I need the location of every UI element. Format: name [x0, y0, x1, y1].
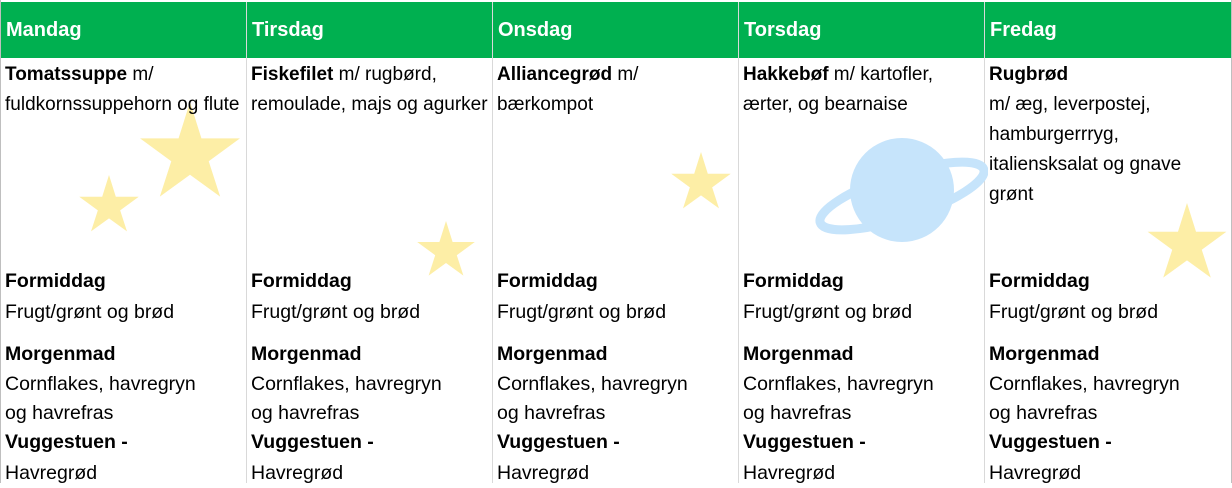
formiddag-text: Frugt/grønt og brød [251, 301, 421, 323]
morgenmad-text: og havrefras [5, 402, 114, 424]
lunch-title: Tomatssuppe [5, 64, 128, 85]
day-header-tirsdag: Tirsdag [252, 19, 324, 41]
lunch-title: Rugbrød [989, 64, 1069, 85]
vuggestuen-text: Havregrød [743, 462, 836, 484]
lunch-text: Rugbrød m/ æg, leverpostej, hamburgerrry… [989, 60, 1227, 210]
formiddag-heading: Formiddag [497, 270, 598, 292]
morgenmad-text: og havrefras [743, 402, 852, 424]
day-header-mandag: Mandag [6, 19, 82, 41]
vuggestuen-heading: Vuggestuen - [251, 431, 374, 453]
morgenmad-text: Cornflakes, havregryn [743, 373, 934, 395]
formiddag-heading: Formiddag [251, 270, 352, 292]
vuggestuen-heading: Vuggestuen - [743, 431, 866, 453]
morgenmad-text: Cornflakes, havregryn [251, 373, 442, 395]
vuggestuen-heading: Vuggestuen - [5, 431, 128, 453]
formiddag-heading: Formiddag [989, 270, 1090, 292]
morgenmad-text: Cornflakes, havregryn [989, 373, 1180, 395]
formiddag-text: Frugt/grønt og brød [5, 301, 175, 323]
lunch-title: Hakkebøf [743, 64, 829, 85]
morgenmad-heading: Morgenmad [743, 343, 854, 365]
vuggestuen-heading: Vuggestuen - [989, 431, 1112, 453]
morgenmad-heading: Morgenmad [989, 343, 1100, 365]
lunch-title: Alliancegrød [497, 64, 613, 85]
lunch-text: Fiskefilet m/ rugbørd, remoulade, majs o… [251, 60, 488, 120]
morgenmad-heading: Morgenmad [497, 343, 608, 365]
day-column-onsdag: Alliancegrød m/ bærkompot Formiddag Frug… [492, 58, 738, 484]
day-column-fredag: Rugbrød m/ æg, leverpostej, hamburgerrry… [984, 58, 1231, 484]
vuggestuen-text: Havregrød [5, 462, 98, 484]
morgenmad-heading: Morgenmad [251, 343, 362, 365]
day-column-tirsdag: Fiskefilet m/ rugbørd, remoulade, majs o… [246, 58, 492, 484]
vuggestuen-text: Havregrød [989, 462, 1082, 484]
formiddag-text: Frugt/grønt og brød [497, 301, 667, 323]
vuggestuen-heading: Vuggestuen - [497, 431, 620, 453]
day-header-onsdag: Onsdag [498, 19, 573, 41]
day-column-torsdag: Hakkebøf m/ kartofler, ærter, og bearnai… [738, 58, 984, 484]
lunch-description: m/ æg, leverpostej, hamburgerrryg, itali… [989, 94, 1182, 205]
lunch-text: Hakkebøf m/ kartofler, ærter, og bearnai… [743, 60, 980, 120]
formiddag-heading: Formiddag [5, 270, 106, 292]
day-column-mandag: Tomatssuppe m/ fuldkornssuppehorn og flu… [0, 58, 246, 484]
morgenmad-text: og havrefras [989, 402, 1098, 424]
morgenmad-text: Cornflakes, havregryn [497, 373, 688, 395]
morgenmad-text: og havrefras [497, 402, 606, 424]
morgenmad-text: Cornflakes, havregryn [5, 373, 196, 395]
day-header-torsdag: Torsdag [744, 19, 822, 41]
lunch-text: Tomatssuppe m/ fuldkornssuppehorn og flu… [5, 60, 242, 120]
formiddag-text: Frugt/grønt og brød [743, 301, 913, 323]
vuggestuen-text: Havregrød [497, 462, 590, 484]
lunch-title: Fiskefilet [251, 64, 334, 85]
lunch-text: Alliancegrød m/ bærkompot [497, 60, 734, 120]
morgenmad-text: og havrefras [251, 402, 360, 424]
formiddag-text: Frugt/grønt og brød [989, 301, 1159, 323]
header-row: Mandag Tirsdag Onsdag Torsdag Fredag [1, 2, 1231, 58]
day-header-fredag: Fredag [990, 19, 1057, 41]
formiddag-heading: Formiddag [743, 270, 844, 292]
vuggestuen-text: Havregrød [251, 462, 344, 484]
morgenmad-heading: Morgenmad [5, 343, 116, 365]
